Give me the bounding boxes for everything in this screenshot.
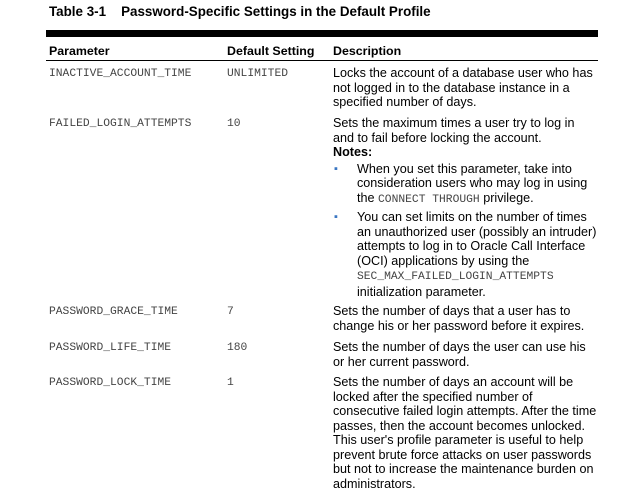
row-parameter: FAILED_LOGIN_ATTEMPTS — [49, 118, 192, 130]
notes-label: Notes: — [333, 145, 373, 159]
table-top-rule — [46, 30, 598, 37]
description-text: Sets the number of days the user can use… — [333, 340, 586, 369]
note-text-after: initialization parameter. — [357, 284, 486, 299]
row-default: 7 — [227, 306, 234, 318]
header-parameter: Parameter — [49, 44, 110, 58]
row-description: Sets the number of days the user can use… — [333, 340, 598, 369]
row-description: Locks the account of a database user who… — [333, 66, 598, 110]
header-description: Description — [333, 44, 402, 58]
description-text: Locks the account of a database user who… — [333, 66, 593, 109]
notes-list: ▪ When you set this parameter, take into… — [333, 162, 598, 300]
table-number: Table 3-1 — [49, 4, 107, 19]
note-code: CONNECT THROUGH — [378, 193, 480, 206]
row-description: Sets the number of days that a user has … — [333, 304, 598, 333]
header-rule — [46, 60, 598, 61]
table-title-text: Password-Specific Settings in the Defaul… — [121, 4, 431, 19]
row-parameter: PASSWORD_LIFE_TIME — [49, 342, 172, 354]
description-text: Sets the maximum times a user try to log… — [333, 116, 575, 145]
row-description: Sets the maximum times a user try to log… — [333, 116, 598, 302]
description-text: Sets the number of days an account will … — [333, 375, 597, 491]
row-parameter: PASSWORD_LOCK_TIME — [49, 377, 172, 389]
bullet-icon: ▪ — [334, 162, 338, 175]
row-parameter: INACTIVE_ACCOUNT_TIME — [49, 68, 192, 80]
row-default: 10 — [227, 118, 241, 130]
note-item: ▪ When you set this parameter, take into… — [333, 162, 598, 208]
description-text: Sets the number of days that a user has … — [333, 304, 585, 333]
row-parameter: PASSWORD_GRACE_TIME — [49, 306, 178, 318]
note-text-after: privilege. — [479, 190, 534, 205]
row-default: 1 — [227, 377, 234, 389]
row-default: 180 — [227, 342, 248, 354]
row-description: Sets the number of days an account will … — [333, 375, 598, 491]
note-code: SEC_MAX_FAILED_LOGIN_ATTEMPTS — [357, 271, 554, 283]
header-default-setting: Default Setting — [227, 44, 315, 58]
table-title: Table 3-1 Password-Specific Settings in t… — [49, 4, 431, 19]
note-item: ▪ You can set limits on the number of ti… — [333, 210, 598, 299]
row-default: UNLIMITED — [227, 68, 289, 80]
note-text-before: You can set limits on the number of time… — [357, 210, 597, 268]
bullet-icon: ▪ — [334, 211, 338, 223]
